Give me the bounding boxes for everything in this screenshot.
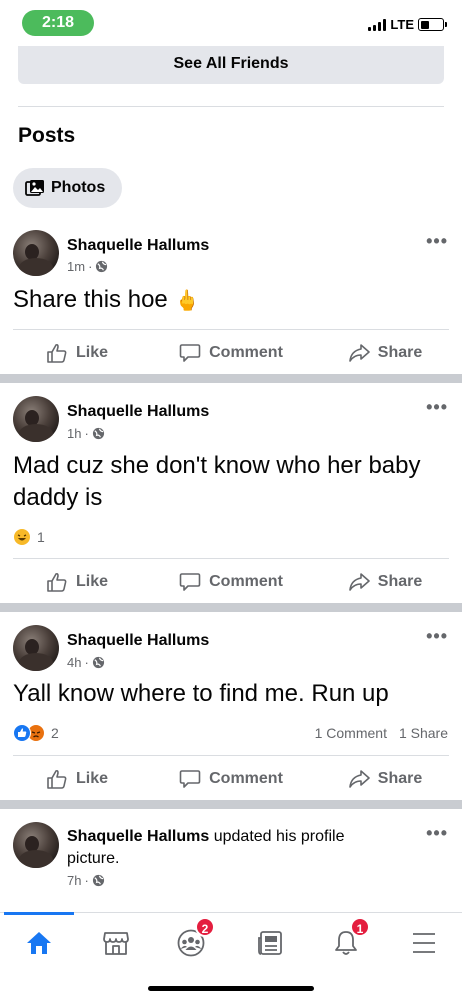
post-author[interactable]: Shaquelle Hallums <box>67 828 209 845</box>
more-options-icon[interactable]: ••• <box>426 232 448 250</box>
comment-button[interactable]: Comment <box>154 567 308 597</box>
thumbs-up-icon <box>47 769 67 789</box>
share-icon <box>348 770 370 788</box>
haha-reaction-icon <box>13 528 31 546</box>
marketplace-icon <box>103 932 129 955</box>
share-icon <box>348 344 370 362</box>
photos-icon <box>25 180 44 196</box>
menu-icon <box>413 933 435 953</box>
comment-icon <box>179 770 201 788</box>
globe-icon <box>92 427 104 440</box>
network-type: LTE <box>390 17 414 32</box>
see-all-friends-button[interactable]: See All Friends <box>18 46 444 84</box>
nav-menu[interactable] <box>404 923 444 963</box>
post-time[interactable]: 1m <box>67 259 85 274</box>
comment-icon <box>179 344 201 362</box>
separator <box>13 558 449 559</box>
signal-icon <box>368 18 387 31</box>
separator <box>13 755 449 756</box>
globe-icon <box>92 874 104 887</box>
share-count[interactable]: 1 Share <box>399 725 448 741</box>
globe-icon <box>96 260 108 273</box>
reaction-summary[interactable]: 2 <box>13 724 59 742</box>
home-indicator <box>148 986 314 991</box>
like-button[interactable]: Like <box>0 338 154 368</box>
post-author[interactable]: Shaquelle Hallums <box>67 632 209 650</box>
post-time[interactable]: 7h <box>67 873 81 888</box>
groups-badge: 2 <box>195 917 215 937</box>
like-reaction-icon <box>13 724 31 742</box>
separator <box>13 329 449 330</box>
photos-label: Photos <box>51 179 106 196</box>
post-author[interactable]: Shaquelle Hallums <box>67 237 209 255</box>
battery-icon <box>418 18 447 31</box>
share-button[interactable]: Share <box>308 567 462 597</box>
status-indicators: LTE <box>368 17 447 32</box>
more-options-icon[interactable]: ••• <box>426 824 448 842</box>
comment-button[interactable]: Comment <box>154 764 308 794</box>
reaction-count: 2 <box>51 725 59 741</box>
globe-icon <box>92 656 104 669</box>
divider <box>18 106 444 107</box>
nav-news-feed[interactable] <box>250 923 290 963</box>
post-author[interactable]: Shaquelle Hallums <box>67 403 209 421</box>
nav-home[interactable] <box>19 923 59 963</box>
post-meta: 7h · <box>67 873 105 888</box>
avatar[interactable] <box>13 625 59 671</box>
avatar[interactable] <box>13 396 59 442</box>
engagement-counts: 1 Comment 1 Share <box>315 725 448 741</box>
thumbs-up-icon <box>47 343 67 363</box>
share-button[interactable]: Share <box>308 764 462 794</box>
reaction-summary[interactable]: 1 <box>13 528 45 546</box>
comment-count[interactable]: 1 Comment <box>315 725 387 741</box>
post-actions: Like Comment Share <box>0 567 462 597</box>
post-actions: Like Comment Share <box>0 764 462 794</box>
post-text: Mad cuz she don't know who her baby dadd… <box>13 452 421 511</box>
photos-button[interactable]: Photos <box>13 168 122 208</box>
post-divider <box>0 374 462 383</box>
post-meta: 1h · <box>67 426 105 441</box>
notifications-badge: 1 <box>350 917 370 937</box>
post-divider <box>0 800 462 809</box>
share-button[interactable]: Share <box>308 338 462 368</box>
post: Shaquelle Hallums updated his profile pi… <box>0 809 462 909</box>
nav-groups[interactable]: 2 <box>171 917 215 963</box>
comment-icon <box>179 573 201 591</box>
post: Shaquelle Hallums 4h · ••• Yall know wher… <box>0 612 462 800</box>
post-text: Share this hoe 🖕 <box>13 286 200 313</box>
comment-button[interactable]: Comment <box>154 338 308 368</box>
posts-heading: Posts <box>18 124 76 147</box>
home-icon <box>27 932 51 954</box>
avatar[interactable] <box>13 230 59 276</box>
avatar[interactable] <box>13 822 59 868</box>
post: Shaquelle Hallums 1m · ••• Share this hoe… <box>0 222 462 372</box>
post-author-line: Shaquelle Hallums updated his profile pi… <box>67 826 397 870</box>
like-button[interactable]: Like <box>0 567 154 597</box>
post-text: Yall know where to find me. Run up <box>13 680 389 707</box>
post-actions: Like Comment Share <box>0 338 462 368</box>
reaction-count: 1 <box>37 529 45 545</box>
post-time[interactable]: 4h <box>67 655 81 670</box>
post-time[interactable]: 1h <box>67 426 81 441</box>
more-options-icon[interactable]: ••• <box>426 398 448 416</box>
post-divider <box>0 603 462 612</box>
status-time: 2:18 <box>22 10 94 36</box>
share-icon <box>348 573 370 591</box>
more-options-icon[interactable]: ••• <box>426 627 448 645</box>
post-meta: 4h · <box>67 655 105 670</box>
news-feed-icon <box>258 931 282 955</box>
nav-notifications[interactable]: 1 <box>326 917 370 963</box>
status-bar: 2:18 LTE <box>0 0 462 46</box>
thumbs-up-icon <box>47 572 67 592</box>
nav-marketplace[interactable] <box>96 923 136 963</box>
post-meta: 1m · <box>67 259 108 274</box>
like-button[interactable]: Like <box>0 764 154 794</box>
active-tab-indicator <box>4 912 74 915</box>
post: Shaquelle Hallums 1h · ••• Mad cuz she do… <box>0 383 462 603</box>
middle-finger-emoji: 🖕 <box>174 290 200 312</box>
